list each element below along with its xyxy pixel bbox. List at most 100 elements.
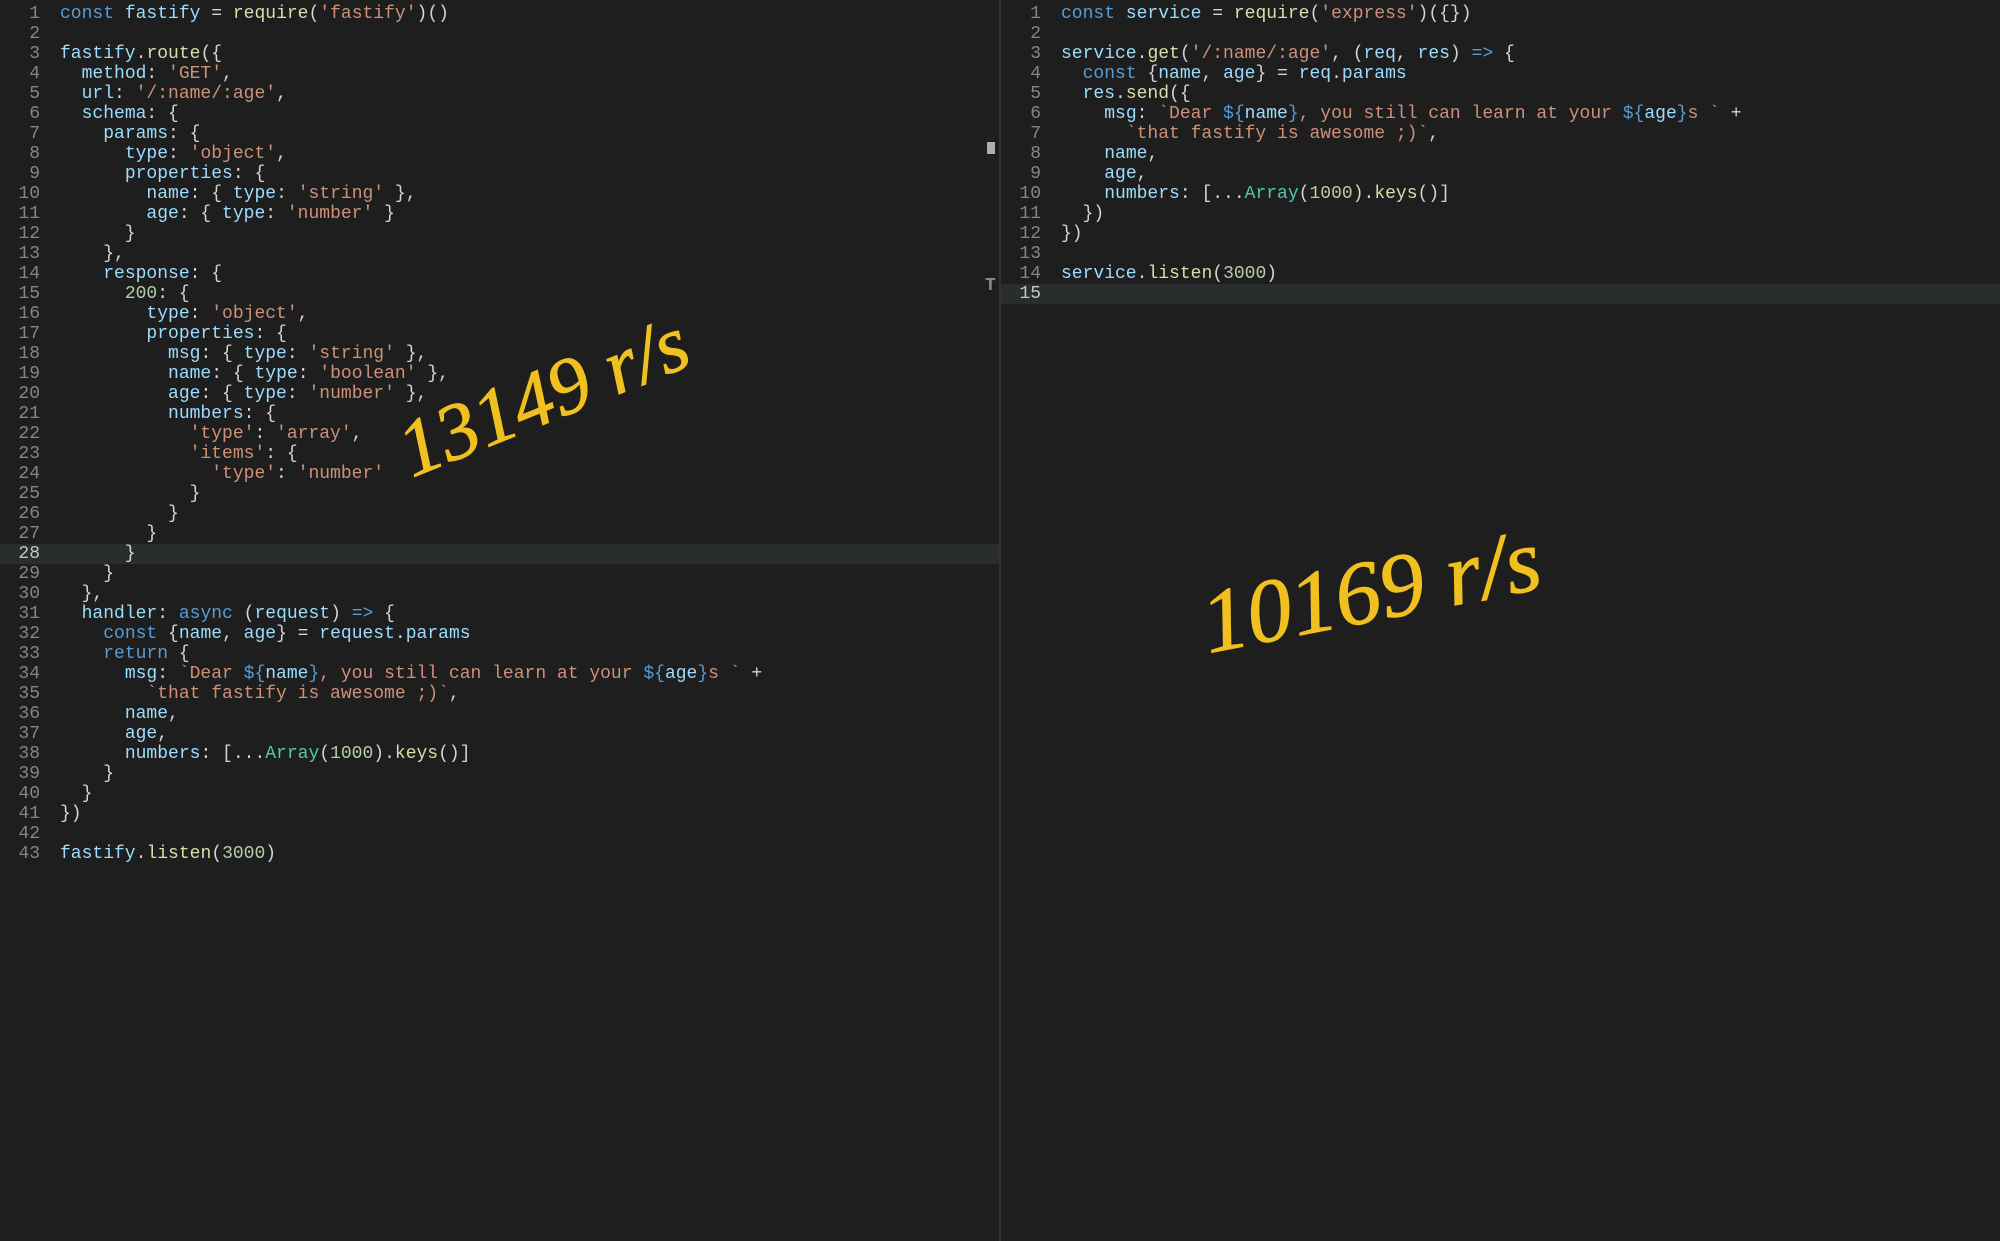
code-content[interactable]: type: 'object', [60,144,999,164]
code-line[interactable]: 42 [0,824,999,844]
code-content[interactable]: 'type': 'array', [60,424,999,444]
code-content[interactable]: } [60,524,999,544]
code-line[interactable]: 8 type: 'object', [0,144,999,164]
code-line[interactable]: 9 age, [1001,164,2000,184]
code-line[interactable]: 39 } [0,764,999,784]
code-content[interactable]: } [60,764,999,784]
code-content[interactable] [1061,244,2000,264]
code-line[interactable]: 11 age: { type: 'number' } [0,204,999,224]
code-content[interactable]: service.listen(3000) [1061,264,2000,284]
code-line[interactable]: 35 `that fastify is awesome ;)`, [0,684,999,704]
code-content[interactable]: msg: { type: 'string' }, [60,344,999,364]
code-content[interactable] [1061,24,2000,44]
code-content[interactable]: params: { [60,124,999,144]
code-line[interactable]: 22 'type': 'array', [0,424,999,444]
code-line[interactable]: 15 200: { [0,284,999,304]
code-line[interactable]: 40 } [0,784,999,804]
code-content[interactable]: }) [60,804,999,824]
code-line[interactable]: 1const fastify = require('fastify')() [0,4,999,24]
code-content[interactable]: numbers: [...Array(1000).keys()] [60,744,999,764]
code-content[interactable]: } [60,224,999,244]
code-line[interactable]: 16 type: 'object', [0,304,999,324]
code-content[interactable] [60,824,999,844]
code-content[interactable]: const fastify = require('fastify')() [60,4,999,24]
code-line[interactable]: 13 [1001,244,2000,264]
code-content[interactable]: res.send({ [1061,84,2000,104]
code-line[interactable]: 7 `that fastify is awesome ;)`, [1001,124,2000,144]
code-line[interactable]: 6 msg: `Dear ${name}, you still can lear… [1001,104,2000,124]
code-line[interactable]: 4 const {name, age} = req.params [1001,64,2000,84]
code-content[interactable]: const {name, age} = req.params [1061,64,2000,84]
code-content[interactable]: response: { [60,264,999,284]
code-line[interactable]: 30 }, [0,584,999,604]
code-content[interactable]: type: 'object', [60,304,999,324]
code-content[interactable]: const {name, age} = request.params [60,624,999,644]
minimap-thumb[interactable] [987,142,995,154]
code-line[interactable]: 17 properties: { [0,324,999,344]
code-content[interactable]: 200: { [60,284,999,304]
code-line[interactable]: 14 response: { [0,264,999,284]
code-content[interactable] [1061,284,2000,304]
code-line[interactable]: 14service.listen(3000) [1001,264,2000,284]
code-content[interactable]: } [60,484,999,504]
code-content[interactable]: fastify.route({ [60,44,999,64]
code-content[interactable]: }) [1061,224,2000,244]
code-line[interactable]: 3fastify.route({ [0,44,999,64]
code-line[interactable]: 18 msg: { type: 'string' }, [0,344,999,364]
code-content[interactable]: properties: { [60,324,999,344]
code-content[interactable]: name, [60,704,999,724]
code-content[interactable]: url: '/:name/:age', [60,84,999,104]
code-content[interactable]: age: { type: 'number' } [60,204,999,224]
code-content[interactable]: `that fastify is awesome ;)`, [60,684,999,704]
code-line[interactable]: 24 'type': 'number' [0,464,999,484]
code-content[interactable]: msg: `Dear ${name}, you still can learn … [1061,104,2000,124]
code-line[interactable]: 34 msg: `Dear ${name}, you still can lea… [0,664,999,684]
code-line[interactable]: 5 res.send({ [1001,84,2000,104]
code-content[interactable]: 'type': 'number' [60,464,999,484]
code-content[interactable]: msg: `Dear ${name}, you still can learn … [60,664,999,684]
code-content[interactable]: age: { type: 'number' }, [60,384,999,404]
code-line[interactable]: 4 method: 'GET', [0,64,999,84]
code-content[interactable]: } [60,784,999,804]
code-line[interactable]: 12}) [1001,224,2000,244]
code-content[interactable]: } [60,564,999,584]
code-content[interactable]: 'items': { [60,444,999,464]
code-line[interactable]: 36 name, [0,704,999,724]
editor-pane-right[interactable]: 10169 r/s 1const service = require('expr… [1001,0,2000,1241]
code-line[interactable]: 5 url: '/:name/:age', [0,84,999,104]
code-content[interactable]: method: 'GET', [60,64,999,84]
code-line[interactable]: 9 properties: { [0,164,999,184]
code-line[interactable]: 2 [1001,24,2000,44]
code-content[interactable]: } [60,504,999,524]
code-content[interactable] [60,24,999,44]
code-line[interactable]: 43fastify.listen(3000) [0,844,999,864]
code-line[interactable]: 25 } [0,484,999,504]
code-line[interactable]: 41}) [0,804,999,824]
code-line[interactable]: 10 name: { type: 'string' }, [0,184,999,204]
code-line[interactable]: 20 age: { type: 'number' }, [0,384,999,404]
code-line[interactable]: 26 } [0,504,999,524]
code-line[interactable]: 29 } [0,564,999,584]
code-line[interactable]: 13 }, [0,244,999,264]
code-line[interactable]: 33 return { [0,644,999,664]
code-line[interactable]: 3service.get('/:name/:age', (req, res) =… [1001,44,2000,64]
code-content[interactable]: age, [1061,164,2000,184]
code-line[interactable]: 1const service = require('express')({}) [1001,4,2000,24]
code-content[interactable]: return { [60,644,999,664]
code-content[interactable]: properties: { [60,164,999,184]
code-line[interactable]: 15 [1001,284,2000,304]
code-line[interactable]: 32 const {name, age} = request.params [0,624,999,644]
code-content[interactable]: name: { type: 'string' }, [60,184,999,204]
code-content[interactable]: numbers: [...Array(1000).keys()] [1061,184,2000,204]
code-line[interactable]: 23 'items': { [0,444,999,464]
code-line[interactable]: 12 } [0,224,999,244]
code-content[interactable]: `that fastify is awesome ;)`, [1061,124,2000,144]
code-content[interactable]: }, [60,584,999,604]
editor-pane-left[interactable]: T 13149 r/s 1const fastify = require('fa… [0,0,999,1241]
code-line[interactable]: 10 numbers: [...Array(1000).keys()] [1001,184,2000,204]
code-content[interactable]: }, [60,244,999,264]
code-line[interactable]: 19 name: { type: 'boolean' }, [0,364,999,384]
code-content[interactable]: name, [1061,144,2000,164]
code-content[interactable]: name: { type: 'boolean' }, [60,364,999,384]
code-line[interactable]: 7 params: { [0,124,999,144]
